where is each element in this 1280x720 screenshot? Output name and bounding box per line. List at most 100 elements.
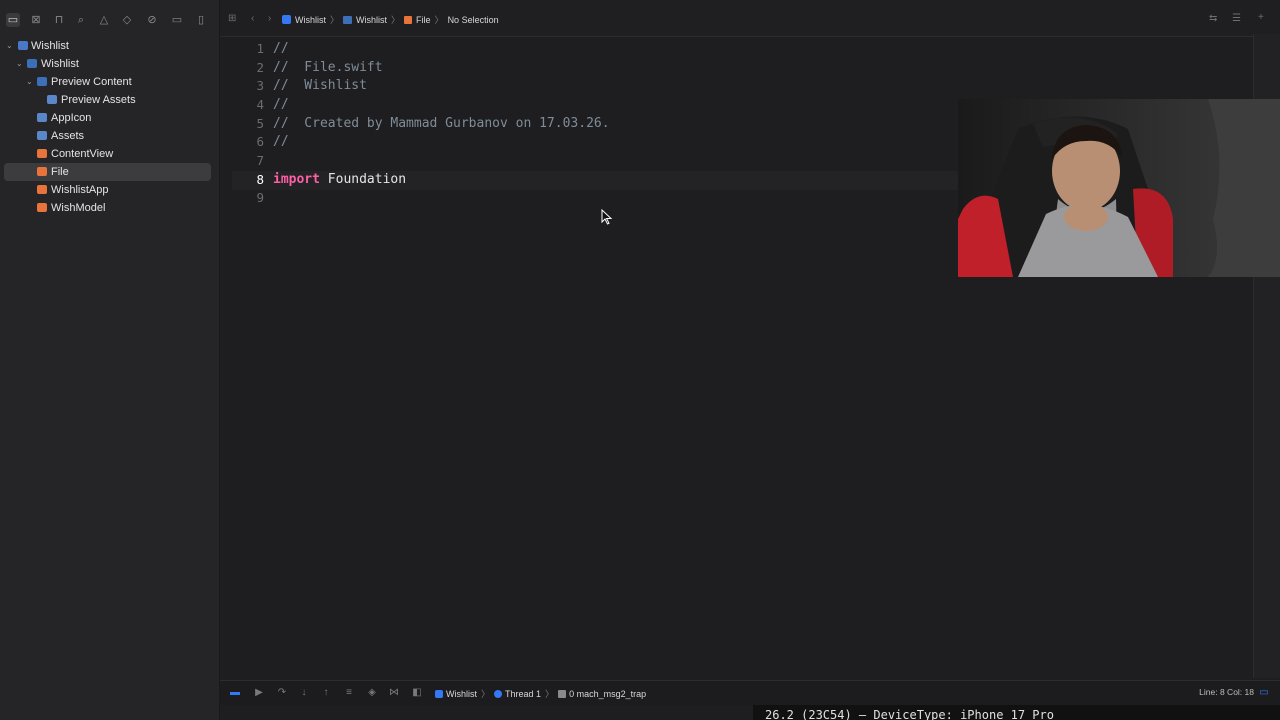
tree-row-folder[interactable]: ⌄ Preview Content: [0, 73, 210, 91]
asset-catalog-icon: [37, 131, 47, 140]
line-number-gutter: 1 2 3 4 5 6 7 8 9: [220, 37, 266, 677]
line-number: 4: [256, 97, 264, 112]
project-icon: [282, 15, 291, 24]
breadcrumb-project[interactable]: Wishlist: [295, 15, 326, 25]
folder-icon: [343, 16, 353, 24]
add-editor-icon[interactable]: +: [1258, 12, 1264, 23]
webcam-image: [958, 99, 1280, 277]
view-hierarchy-icon[interactable]: ≡: [343, 687, 355, 698]
editor-jump-bar: ⊞ ‹ › Wishlist 〉 Wishlist 〉 File 〉 No Selectio…: [220, 0, 1280, 37]
tree-row-file[interactable]: AppIcon: [0, 109, 210, 127]
chevron-left-icon[interactable]: ‹: [251, 13, 254, 24]
chevron-right-icon[interactable]: ›: [268, 13, 271, 24]
frame-icon: [558, 690, 567, 698]
line-number-current: 8: [256, 172, 264, 187]
tree-row-assets[interactable]: Preview Assets: [0, 91, 210, 109]
toggle-debug-area-icon[interactable]: ▭: [1258, 687, 1270, 698]
related-items-icon[interactable]: ⇆: [1209, 13, 1217, 24]
editor-options-icon[interactable]: ☰: [1232, 13, 1241, 24]
environment-icon[interactable]: ⋈: [388, 687, 400, 698]
chevron-down-icon[interactable]: ⌄: [6, 37, 13, 55]
swift-file-icon: [37, 149, 47, 158]
breadcrumb-separator: 〉: [545, 689, 555, 699]
tag-icon[interactable]: ⊘: [145, 13, 159, 27]
line-number: 3: [256, 78, 264, 93]
swift-file-icon: [37, 203, 47, 212]
breadcrumb: Wishlist 〉 Wishlist 〉 File 〉 No Selection: [282, 14, 499, 26]
debug-bar: ▬ ▶ ↷ ↓ ↑ ≡ ◈ ⋈ ◧ Wishlist 〉 Thread 1 〉 0 ma…: [220, 680, 1280, 705]
line-number: 6: [256, 134, 264, 149]
asset-catalog-icon: [37, 113, 47, 122]
console-output[interactable]: 26.2 (23C54) – DeviceType: iPhone 17 Pro: [753, 705, 1280, 720]
debug-crumb-thread[interactable]: Thread 1: [505, 689, 541, 699]
xmark-square-icon[interactable]: ⊠: [29, 13, 43, 27]
mouse-pointer-icon: [601, 209, 613, 225]
breadcrumb-separator: 〉: [391, 15, 401, 25]
console-text: 26.2 (23C54) – DeviceType: iPhone 17 Pro: [765, 708, 1054, 720]
breadcrumb-separator: 〉: [330, 15, 340, 25]
tree-row-folder[interactable]: ⌄ Wishlist: [0, 55, 210, 73]
swift-file-icon: [404, 16, 413, 24]
tree-label: AppIcon: [51, 112, 92, 124]
code-line-comment[interactable]: //: [273, 96, 289, 114]
thread-icon: [494, 690, 503, 698]
tree-label: WishlistApp: [51, 184, 109, 196]
bookmark-icon[interactable]: ⊓: [52, 13, 66, 27]
warning-icon[interactable]: △: [97, 13, 111, 27]
continue-icon[interactable]: ▶: [253, 687, 265, 698]
debug-crumb-app[interactable]: Wishlist: [446, 689, 477, 699]
toggle-console-icon[interactable]: ▬: [229, 687, 241, 698]
memory-graph-icon[interactable]: ◈: [366, 687, 378, 698]
document-icon[interactable]: ▯: [194, 13, 208, 27]
code-line-comment[interactable]: // File.swift: [273, 59, 383, 77]
chevron-down-icon[interactable]: ⌄: [16, 55, 23, 73]
location-icon[interactable]: ◧: [411, 687, 423, 698]
breadcrumb-separator: 〉: [434, 15, 444, 25]
step-out-icon[interactable]: ↑: [320, 687, 332, 698]
navigator-toolbar: ▭ ⊠ ⊓ ⌕ △ ◇ ⊘ ▭ ▯: [0, 10, 219, 30]
line-number: 9: [256, 190, 264, 205]
tree-row-file[interactable]: ContentView: [0, 145, 210, 163]
keyword-import: import: [273, 172, 320, 187]
search-icon[interactable]: ⌕: [74, 13, 88, 27]
folder-icon[interactable]: ▭: [6, 13, 20, 27]
asset-catalog-icon: [47, 95, 57, 104]
code-line-import[interactable]: import Foundation: [273, 171, 406, 189]
label-icon[interactable]: ▭: [170, 13, 184, 27]
tree-row-file[interactable]: WishlistApp: [0, 181, 210, 199]
webcam-overlay: [958, 99, 1280, 277]
debug-breadcrumb: Wishlist 〉 Thread 1 〉 0 mach_msg2_trap: [435, 687, 646, 700]
code-line-comment[interactable]: // Wishlist: [273, 77, 367, 95]
step-over-icon[interactable]: ↷: [276, 687, 288, 698]
code-line-comment[interactable]: // Created by Mammad Gurbanov on 17.03.2…: [273, 115, 610, 133]
grid-icon[interactable]: ⊞: [228, 13, 236, 24]
code-line-comment[interactable]: //: [273, 40, 289, 58]
tree-label: Preview Content: [51, 76, 132, 88]
tree-row-file-selected[interactable]: File: [4, 163, 211, 181]
debug-crumb-frame[interactable]: 0 mach_msg2_trap: [569, 689, 646, 699]
tree-label: File: [51, 166, 69, 178]
module-name: Foundation: [327, 172, 407, 187]
tree-label: Assets: [51, 130, 85, 142]
folder-icon: [27, 59, 37, 68]
app-icon: [435, 690, 443, 698]
breadcrumb-selection[interactable]: No Selection: [448, 15, 499, 25]
swift-file-icon: [37, 167, 47, 176]
tree-row-project[interactable]: ⌄ Wishlist: [0, 37, 210, 55]
tree-row-file[interactable]: WishModel: [0, 199, 210, 217]
breadcrumb-folder[interactable]: Wishlist: [356, 15, 387, 25]
line-number: 7: [256, 153, 264, 168]
step-into-icon[interactable]: ↓: [298, 687, 310, 698]
navigator-sidebar: ▭ ⊠ ⊓ ⌕ △ ◇ ⊘ ▭ ▯ ⌄ Wishlist ⌄ Wishlist …: [0, 0, 220, 720]
folder-icon: [37, 77, 47, 86]
tree-label: Wishlist: [31, 40, 69, 52]
breadcrumb-file[interactable]: File: [416, 15, 431, 25]
chevron-down-icon[interactable]: ⌄: [26, 73, 33, 91]
diamond-icon[interactable]: ◇: [120, 13, 134, 27]
cursor-position-status: Line: 8 Col: 18: [1199, 687, 1254, 697]
project-icon: [18, 41, 28, 50]
code-line-comment[interactable]: //: [273, 133, 289, 151]
tree-label: Wishlist: [41, 58, 79, 70]
tree-row-file[interactable]: Assets: [0, 127, 210, 145]
line-number: 5: [256, 116, 264, 131]
